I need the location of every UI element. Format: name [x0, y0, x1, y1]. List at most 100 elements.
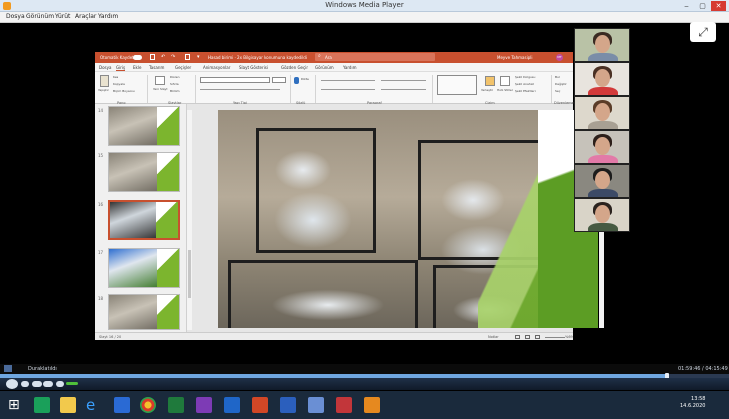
sorter-view-icon[interactable]	[525, 335, 530, 339]
tab-review[interactable]: Gözden Geçir	[281, 65, 308, 70]
slide-thumbnail-selected[interactable]	[108, 200, 180, 240]
ribbon-tabs: Dosya Giriş Ekle Tasarım Geçişler Animas…	[95, 63, 573, 72]
slide-thumbnail[interactable]	[108, 294, 180, 330]
cut-button[interactable]: Kes	[113, 75, 118, 79]
arrange-label: Yerleştir	[481, 88, 493, 92]
present-icon[interactable]	[185, 54, 190, 60]
shape-outline-button[interactable]: Şekil Anahat	[515, 82, 534, 86]
calendar-app-icon[interactable]	[34, 397, 50, 413]
slide-canvas[interactable]	[218, 110, 598, 328]
shapes-gallery[interactable]	[437, 75, 477, 95]
tab-design[interactable]: Tasarım	[149, 65, 164, 70]
minimize-button[interactable]: ‒	[679, 1, 694, 11]
participant-video[interactable]	[574, 130, 630, 164]
notes-button[interactable]: Notlar	[488, 335, 499, 339]
slide-thumbnail[interactable]	[108, 248, 180, 288]
normal-view-icon[interactable]	[515, 335, 520, 339]
redo-icon[interactable]: ↷	[171, 54, 175, 60]
tab-slideshow[interactable]: Slayt Gösterisi	[239, 65, 268, 70]
font-name-combo[interactable]	[200, 77, 270, 83]
undo-icon[interactable]: ↶	[161, 54, 165, 60]
windows-start-icon[interactable]: ⊞	[8, 397, 24, 413]
paste-icon[interactable]	[100, 75, 109, 87]
participant-video[interactable]	[574, 28, 630, 62]
dictate-button[interactable]: Dikte	[301, 77, 309, 81]
zoom-level: %69	[565, 335, 573, 339]
save-icon[interactable]	[150, 54, 155, 60]
tab-animations[interactable]: Animasyonlar	[203, 65, 230, 70]
media-thumbnail-icon	[4, 365, 12, 372]
playback-status: Duraklatıldı	[28, 366, 57, 372]
slide-thumbnail[interactable]	[108, 106, 180, 146]
shape-fill-button[interactable]: Şekil Dolgusu	[515, 75, 535, 79]
team-app-icon[interactable]	[308, 397, 324, 413]
paragraph-row-2[interactable]	[321, 89, 375, 90]
user-avatar[interactable]: MT	[556, 54, 563, 61]
tab-help[interactable]: Yardım	[343, 65, 356, 70]
find-button[interactable]: Bul	[555, 75, 560, 79]
windows-media-player-icon[interactable]	[364, 397, 380, 413]
maximize-button[interactable]: ▢	[695, 1, 710, 11]
replace-button[interactable]: Değiştir	[555, 82, 567, 86]
quick-styles-icon[interactable]	[500, 76, 510, 86]
thumbnail-scrollbar[interactable]	[187, 110, 192, 330]
stop-button[interactable]	[21, 381, 29, 387]
media-app-icon[interactable]	[336, 397, 352, 413]
ppt-search-box[interactable]: ⌕ Ara	[315, 53, 435, 61]
autosave-toggle[interactable]	[133, 55, 142, 60]
shape-effects-button[interactable]: Şekil Efektleri	[515, 89, 536, 93]
word-doc-icon[interactable]	[280, 397, 296, 413]
participant-video[interactable]	[574, 96, 630, 130]
previous-button[interactable]	[32, 381, 42, 387]
slide-thumbnail[interactable]	[108, 152, 180, 192]
section-button[interactable]: Bölüm	[170, 89, 180, 93]
participant-video[interactable]	[574, 198, 630, 232]
text-direction-row[interactable]	[381, 80, 426, 81]
scrollbar-thumb[interactable]	[188, 250, 191, 298]
font-format-row[interactable]	[200, 89, 280, 90]
expand-icon[interactable]: ⤢	[690, 22, 716, 42]
powerpoint-icon[interactable]	[252, 397, 268, 413]
reset-button[interactable]: Sıfırla	[170, 82, 179, 86]
qat-dropdown-icon[interactable]: ▾	[197, 54, 200, 60]
new-slide-icon[interactable]	[155, 76, 165, 85]
close-button[interactable]: ✕	[711, 1, 726, 11]
word-icon[interactable]	[114, 397, 130, 413]
tab-file[interactable]: Dosya	[99, 65, 111, 70]
chrome-icon[interactable]	[140, 397, 156, 413]
tab-insert[interactable]: Ekle	[133, 65, 141, 70]
menu-item-file[interactable]: Dosya	[6, 13, 25, 20]
thumb-number: 17	[98, 250, 104, 255]
volume-icon[interactable]	[56, 381, 64, 387]
file-explorer-icon[interactable]	[60, 397, 76, 413]
font-size-combo[interactable]	[272, 77, 286, 83]
smartart-row[interactable]	[381, 89, 426, 90]
tab-transitions[interactable]: Geçişler	[175, 65, 191, 70]
system-clock[interactable]: 13:58 14.6.2020	[680, 396, 705, 410]
layout-button[interactable]: Düzen	[170, 75, 180, 79]
participant-video[interactable]	[574, 164, 630, 198]
paragraph-row-1[interactable]	[321, 80, 375, 81]
play-button[interactable]	[6, 379, 18, 389]
tab-home[interactable]: Giriş	[116, 65, 126, 71]
reading-view-icon[interactable]	[535, 335, 540, 339]
volume-slider[interactable]	[66, 382, 78, 385]
format-painter-button[interactable]: Biçim Boyacısı	[113, 89, 135, 93]
menu-item-view[interactable]: Görünüm	[26, 13, 54, 20]
excel-icon[interactable]	[168, 397, 184, 413]
outlook-icon[interactable]	[224, 397, 240, 413]
tab-view[interactable]: Görünüm	[315, 65, 334, 70]
arrange-icon[interactable]	[485, 76, 495, 86]
edge-browser-icon[interactable]: e	[86, 397, 102, 413]
microphone-icon[interactable]	[294, 77, 299, 84]
menu-item-play[interactable]: Yürüt	[55, 13, 70, 20]
next-button[interactable]	[43, 381, 53, 387]
menu-item-tools[interactable]: Araçlar	[75, 13, 96, 20]
copy-button[interactable]: Kopyala	[113, 82, 125, 86]
slide-counter: Slayt 16 / 20	[99, 335, 122, 339]
onenote-icon[interactable]	[196, 397, 212, 413]
select-button[interactable]: Seç	[555, 89, 560, 93]
participant-video[interactable]	[574, 62, 630, 96]
menu-item-help[interactable]: Yardım	[98, 13, 118, 20]
zoom-slider[interactable]	[545, 337, 565, 338]
